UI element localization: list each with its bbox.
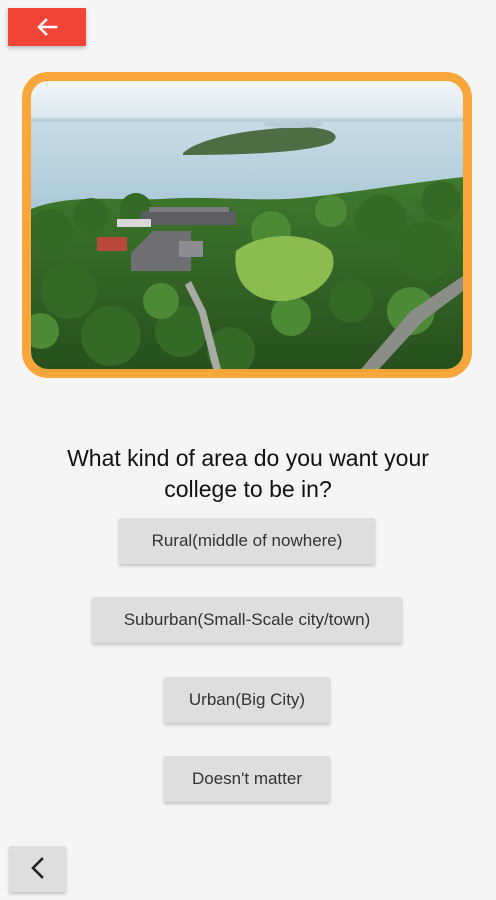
arrow-left-icon <box>36 18 58 36</box>
answer-urban-button[interactable]: Urban(Big City) <box>164 677 330 723</box>
question-text: What kind of area do you want your colle… <box>67 445 429 502</box>
previous-button[interactable] <box>9 846 66 892</box>
back-button[interactable] <box>8 8 86 46</box>
answer-doesnt-matter-button[interactable]: Doesn't matter <box>164 756 330 802</box>
answer-suburban-button[interactable]: Suburban(Small-Scale city/town) <box>92 597 402 643</box>
answer-rural-button[interactable]: Rural(middle of nowhere) <box>119 518 375 564</box>
chevron-left-icon <box>30 856 46 883</box>
campus-photo <box>22 72 472 378</box>
